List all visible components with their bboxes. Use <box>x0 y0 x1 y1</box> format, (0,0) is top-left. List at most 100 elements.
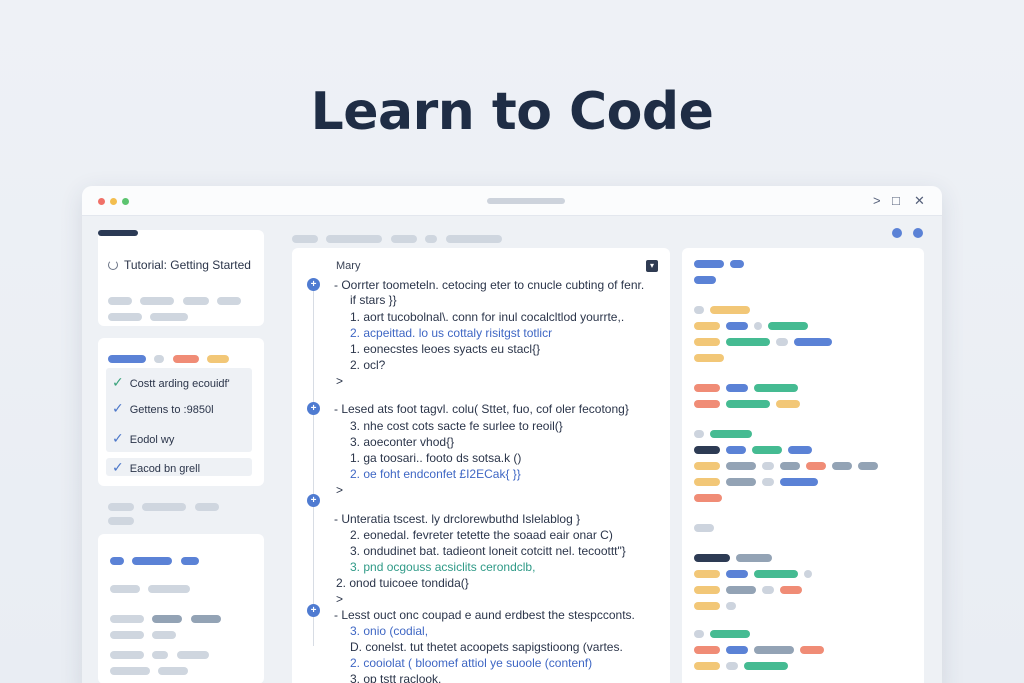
code-line[interactable]: 1. ga toosari.. footo ds sotsa.k () <box>350 451 521 465</box>
checklist-item-label: Gettens to :9850l <box>129 404 214 416</box>
code-line[interactable]: D. conelst. tut thetet acoopets sapigsti… <box>350 640 623 654</box>
code-line[interactable]: if stars }} <box>350 293 397 307</box>
check-icon: ✓ <box>112 374 124 390</box>
editor-tab-strip <box>292 230 502 248</box>
skeleton-row <box>694 524 720 532</box>
code-line[interactable]: 2. onod tuicoee tondida(} <box>336 576 469 590</box>
checklist-card: ✓ Costt arding ecouidf' ✓ Gettens to :9850… <box>98 338 264 486</box>
tab-placeholder[interactable] <box>326 234 383 243</box>
code-editor[interactable]: Mary ▾ + + + + - Oorrter toometeln. ceto… <box>292 248 670 683</box>
checklist-item-row: ✓ Eacod bn grell <box>112 459 200 476</box>
tutorial-title-label: Tutorial: Getting Started <box>124 258 251 272</box>
code-line[interactable]: > <box>336 483 343 497</box>
skeleton-row <box>694 630 756 638</box>
close-window-dot[interactable] <box>98 198 105 205</box>
skeleton-row <box>110 662 189 680</box>
tab-placeholder[interactable] <box>445 234 502 243</box>
skeleton-row <box>694 478 824 486</box>
zoom-window-dot[interactable] <box>122 198 129 205</box>
code-line[interactable]: - Lesed ats foot tagvl. colu( Sttet, fuo… <box>334 402 629 416</box>
address-bar[interactable] <box>487 198 565 204</box>
checklist-item[interactable]: ✓ Gettens to :9850l <box>112 400 214 417</box>
skeleton-row <box>694 306 756 314</box>
tutorial-card[interactable]: Tutorial: Getting Started <box>98 230 264 326</box>
checklist-item-label: Eodol wy <box>129 434 175 446</box>
skeleton-row <box>694 554 778 562</box>
code-line[interactable]: - Oorrter toometeln. cetocing eter to cn… <box>334 278 644 292</box>
skeleton-row <box>694 338 838 346</box>
skeleton-row <box>694 400 806 408</box>
structure-panel <box>682 248 924 683</box>
code-line[interactable]: 1. aort tucobolnal\. conn for inul cocal… <box>350 310 624 324</box>
tab-placeholder[interactable] <box>390 234 417 243</box>
skeleton-row <box>694 662 794 670</box>
skeleton-row <box>110 626 177 644</box>
check-icon: ✓ <box>112 400 124 416</box>
skeleton-row <box>694 602 742 610</box>
editor-menu-icon[interactable]: ▾ <box>646 260 658 272</box>
check-icon: ✓ <box>112 459 124 475</box>
skeleton-row <box>110 580 191 598</box>
minimize-window-dot[interactable] <box>110 198 117 205</box>
step-add-icon[interactable]: + <box>307 278 320 291</box>
tab-placeholder[interactable] <box>292 234 318 243</box>
skeleton-row <box>694 446 818 454</box>
editor-title: Mary <box>336 260 361 272</box>
skeleton-row <box>694 570 818 578</box>
code-line[interactable]: 2. eonedal. fevreter tetette the soaad e… <box>350 528 613 542</box>
forward-icon[interactable]: > <box>873 194 881 208</box>
title-bar: > □ ✕ <box>82 186 942 216</box>
code-line[interactable]: - Unteratia tscest. ly drclorewbuthd Isl… <box>334 512 580 526</box>
skeleton-row <box>694 586 808 594</box>
tab-placeholder[interactable] <box>425 234 438 243</box>
skeleton-row <box>694 646 830 654</box>
checklist-item-label: Costt arding ecouidf' <box>129 378 230 390</box>
checklist-item[interactable]: ✓ Eodol wy <box>112 430 174 447</box>
code-line[interactable]: 2. ocl? <box>350 358 385 372</box>
skeleton-row <box>694 322 814 330</box>
sidebar-skeleton <box>108 512 134 530</box>
code-line[interactable]: 2. acpeittad. lo us cottaly risitgst tot… <box>350 326 552 340</box>
checklist: ✓ Costt arding ecouidf' ✓ Gettens to :9850… <box>106 368 252 452</box>
sidebar-tab-active[interactable] <box>98 230 138 236</box>
skeleton-row <box>694 276 722 284</box>
code-line[interactable]: 2. cooiolat ( bloomef attiol ye suoole (… <box>350 656 592 670</box>
code-line[interactable]: 2. oe foht endconfet £I2ECak{ }} <box>350 467 521 481</box>
code-line[interactable]: 1. eonecstes leoes syacts eu stacl{} <box>350 342 540 356</box>
skeleton-row <box>694 430 758 438</box>
status-dot[interactable] <box>892 228 902 238</box>
code-line[interactable]: 3. ondudinet bat. tadieont loneit cotcit… <box>350 544 626 558</box>
code-line[interactable]: > <box>336 374 343 388</box>
loading-icon <box>108 260 118 270</box>
code-line[interactable]: - Lesst ouct onc coupad e aund erdbest t… <box>334 608 635 622</box>
skeleton-row <box>694 384 804 392</box>
app-window: > □ ✕ Tutorial: Getting Started ✓ Costt … <box>82 186 942 683</box>
skeleton-row <box>694 260 750 268</box>
step-add-icon[interactable]: + <box>307 604 320 617</box>
code-line[interactable]: 3. aoeconter vhod{} <box>350 435 454 449</box>
close-icon[interactable]: ✕ <box>914 194 925 208</box>
maximize-icon[interactable]: □ <box>892 194 900 208</box>
step-add-icon[interactable]: + <box>307 402 320 415</box>
tutorial-title: Tutorial: Getting Started <box>108 258 251 272</box>
checklist-item[interactable]: ✓ Costt arding ecouidf' <box>112 374 230 391</box>
code-line[interactable]: > <box>336 592 343 606</box>
tutorial-skeleton <box>108 308 189 326</box>
step-add-icon[interactable]: + <box>307 494 320 507</box>
check-icon: ✓ <box>112 430 124 446</box>
code-line[interactable]: 3. op tstt raclook. <box>350 672 441 683</box>
skeleton-row <box>110 552 199 570</box>
checklist-header-pills <box>108 350 230 368</box>
skeleton-row <box>694 494 728 502</box>
status-dot[interactable] <box>913 228 923 238</box>
checklist-item[interactable]: ✓ Eacod bn grell <box>106 458 252 476</box>
code-line[interactable]: 3. nhe cost cots sacte fe surlee to reoi… <box>350 419 563 433</box>
timeline-line <box>313 286 314 646</box>
hero-title: Learn to Code <box>310 82 714 142</box>
code-line[interactable]: 3. pnd ocgouss acsiclits cerondclb, <box>350 560 535 574</box>
sidebar-bottom-card <box>98 534 264 683</box>
skeleton-row <box>694 462 884 470</box>
checklist-item-label: Eacod bn grell <box>129 463 201 475</box>
code-line[interactable]: 3. onio (codial, <box>350 624 428 638</box>
skeleton-row <box>694 354 730 362</box>
